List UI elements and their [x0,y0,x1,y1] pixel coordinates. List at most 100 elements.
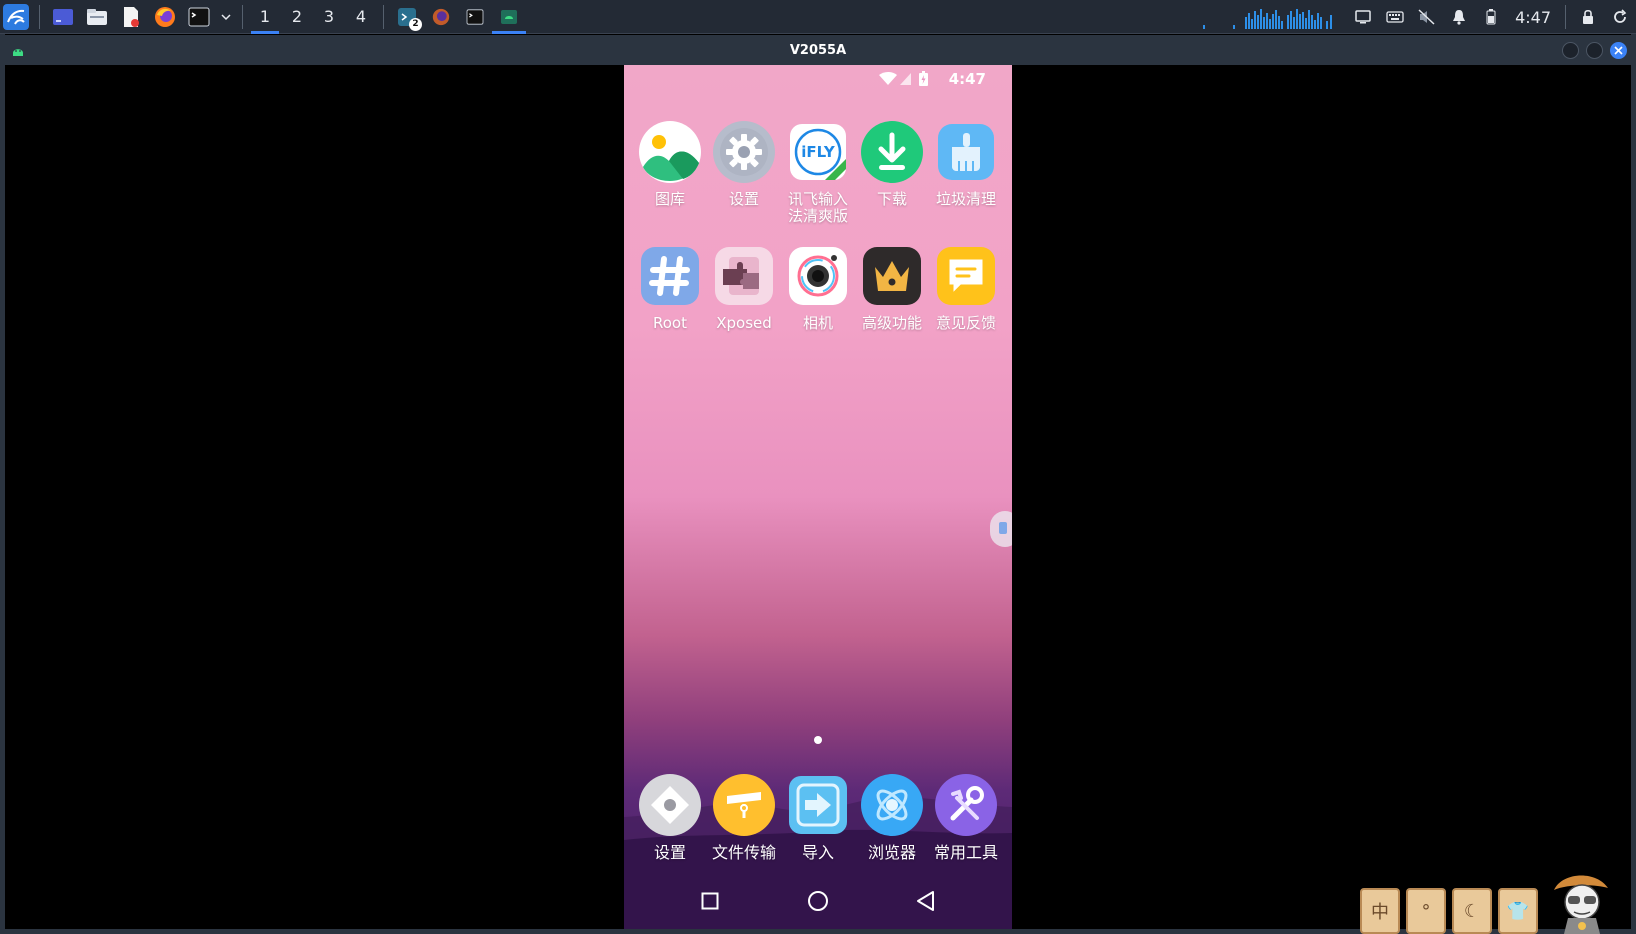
app-ifly-input[interactable]: iFLY 讯飞输入 法清爽版 [781,121,855,225]
firefox-icon[interactable] [151,3,179,31]
recents-button[interactable] [656,881,764,921]
mascot-tile[interactable]: ° [1406,888,1446,934]
signal-icon [900,73,911,85]
kali-menu-icon[interactable] [2,3,30,31]
gallery-icon [639,121,701,183]
mascot-character [1554,875,1608,934]
close-button[interactable] [1610,42,1627,59]
workspace-3[interactable]: 3 [313,0,345,34]
app-label: 高级功能 [861,314,922,332]
text-editor-icon[interactable] [117,3,145,31]
dock-import[interactable]: 导入 [781,774,855,861]
app-label: 相机 [802,314,833,332]
phone-battery-icon [919,71,928,86]
mascot-tile-label: ☾ [1463,900,1481,922]
app-label: 意见反馈 [935,314,996,332]
crown-icon [861,245,923,307]
hash-icon [639,245,701,307]
system-taskbar: 1 2 3 4 2 4:47 [0,0,1636,34]
app-label: 图库 [654,190,685,208]
phone-status-bar: 4:47 [624,65,1012,91]
browser-icon [861,774,923,836]
app-xposed[interactable]: Xposed [707,245,781,332]
wifi-icon [879,72,897,85]
task-count-badge: 2 [409,17,422,31]
maximize-button[interactable] [1586,42,1603,59]
desktop-mascot-widget[interactable]: 中 ° ☾ 👕 [1360,868,1636,934]
app-advanced[interactable]: 高级功能 [855,245,929,332]
camera-icon [787,245,849,307]
gear-icon [713,121,775,183]
taskbar-separator [1565,5,1566,29]
lock-icon[interactable] [1576,5,1600,29]
taskbar-separator [242,4,243,29]
app-gallery[interactable]: 图库 [633,121,707,208]
ifly-icon: iFLY [787,121,849,183]
home-button[interactable] [764,881,872,921]
app-label: 垃圾清理 [935,190,996,208]
keyboard-icon[interactable] [1383,5,1407,29]
file-manager-icon[interactable] [83,3,111,31]
svg-text:iFLY: iFLY [801,143,836,161]
mascot-tile[interactable]: 👕 [1498,888,1538,934]
app-label: 设置 [653,843,686,862]
floating-tool-icon [999,522,1007,534]
task-button-vscode[interactable]: 2 [390,0,424,34]
phone-clock: 4:47 [948,70,986,88]
app-download[interactable]: 下载 [855,121,929,208]
network-graph [1203,9,1333,29]
taskbar-separator [383,4,384,29]
close-icon [1614,46,1623,55]
show-desktop-icon[interactable] [49,3,77,31]
mascot-tile-label: ° [1421,900,1431,922]
app-label: 设置 [728,190,759,208]
refresh-icon[interactable] [1608,5,1632,29]
broom-icon [935,121,997,183]
mascot-tile[interactable]: 中 [1360,888,1400,934]
app-cleaner[interactable]: 垃圾清理 [929,121,1003,208]
app-camera[interactable]: 相机 [781,245,855,332]
workspace-1[interactable]: 1 [249,0,281,34]
android-app-icon [10,42,26,58]
notification-bell-icon[interactable] [1447,5,1471,29]
taskbar-clock[interactable]: 4:47 [1515,8,1551,27]
chevron-down-icon[interactable] [219,3,233,31]
app-label: Xposed [716,314,772,332]
minimize-button[interactable] [1562,42,1579,59]
dock-file-transfer[interactable]: 文件传输 [707,774,781,861]
battery-icon[interactable] [1479,5,1503,29]
volume-muted-icon[interactable] [1415,5,1439,29]
app-settings[interactable]: 设置 [707,121,781,208]
download-icon [861,121,923,183]
dock-tools[interactable]: 常用工具 [929,774,1003,861]
workspace-2[interactable]: 2 [281,0,313,34]
page-indicator-dot [814,736,822,744]
app-label: 导入 [801,843,834,862]
phone-screen[interactable]: 4:47 图库 设置 iFLY 讯飞输入 法清爽版 下载 垃圾清理 Root X… [624,65,1012,929]
window-title: V2055A [789,42,847,58]
android-nav-bar [624,873,1012,929]
app-root[interactable]: Root [633,245,707,332]
workspace-4[interactable]: 4 [345,0,377,34]
app-feedback[interactable]: 意见反馈 [929,245,1003,332]
mascot-tile[interactable]: ☾ [1452,888,1492,934]
app-label: 浏览器 [867,843,916,862]
app-label: 文件传输 [711,843,776,862]
app-label: 下载 [876,190,907,208]
terminal-icon[interactable] [185,3,213,31]
floating-edge-handle[interactable] [990,511,1012,547]
dock-browser[interactable]: 浏览器 [855,774,929,861]
back-button[interactable] [872,881,980,921]
mascot-tile-label: 中 [1371,902,1389,923]
task-button-scrcpy[interactable] [492,0,526,34]
app-label: 常用工具 [933,843,998,862]
circle-icon [808,891,828,911]
dock-settings[interactable]: 设置 [633,774,707,861]
feedback-icon [935,245,997,307]
display-icon[interactable] [1351,5,1375,29]
file-transfer-icon [713,774,775,836]
window-titlebar[interactable]: V2055A [0,35,1636,65]
task-button-terminal[interactable] [458,0,492,34]
app-label: Root [653,314,687,332]
task-button-firefox[interactable] [424,0,458,34]
